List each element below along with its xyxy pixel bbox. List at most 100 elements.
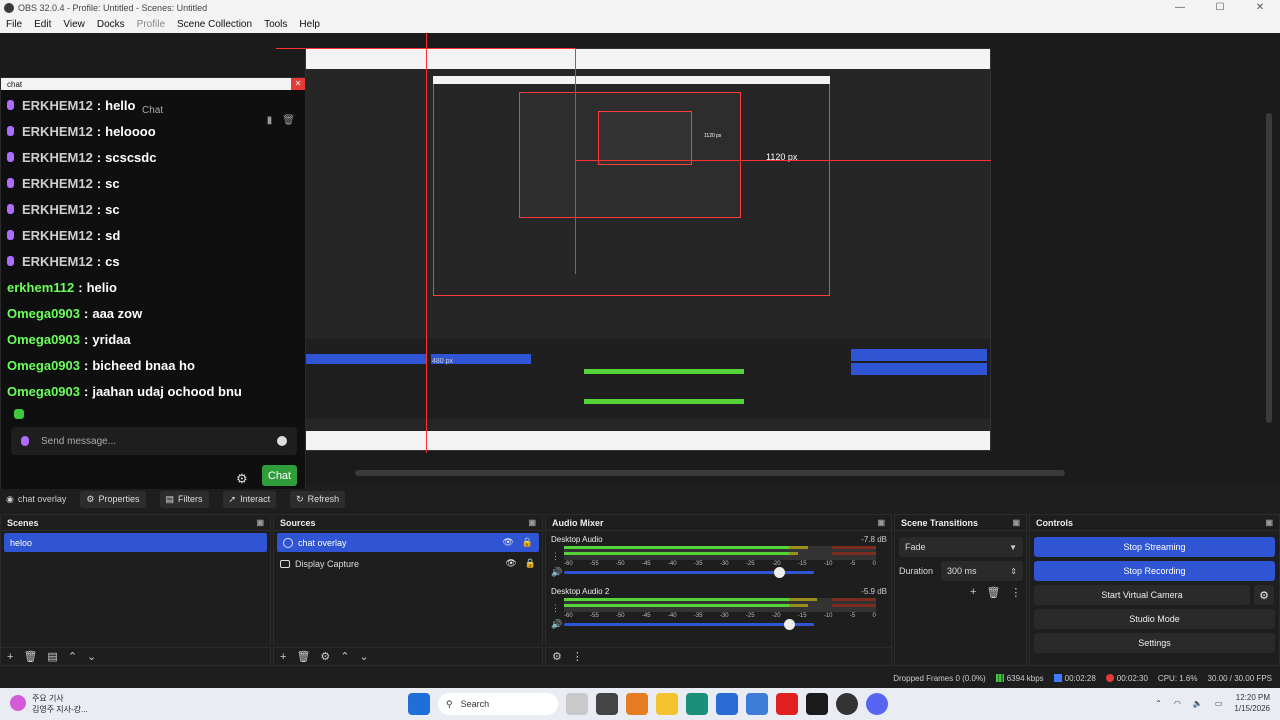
lock-icon[interactable]: 🔒 — [522, 537, 533, 548]
wifi-icon[interactable]: ◠ — [1174, 699, 1181, 708]
menu-file[interactable]: File — [0, 19, 28, 30]
app-icon-1[interactable] — [566, 693, 588, 715]
speaker-icon[interactable]: 🔊 — [551, 619, 562, 630]
dock-float-icon[interactable]: ▣ — [877, 518, 885, 527]
copilot-icon[interactable] — [626, 693, 648, 715]
stop-recording-button[interactable]: Stop Recording — [1034, 561, 1275, 581]
lock-icon[interactable]: 🔒 — [525, 558, 536, 569]
add-transition-icon[interactable]: + — [970, 586, 976, 599]
scene-item[interactable]: heloo — [4, 533, 267, 552]
add-source-icon[interactable]: + — [280, 651, 286, 663]
move-down-icon[interactable]: ⌄ — [360, 650, 369, 663]
store-icon[interactable] — [716, 693, 738, 715]
volume-slider-knob[interactable] — [784, 619, 795, 630]
meter-level-yellow — [789, 552, 798, 555]
remove-scene-icon[interactable]: 🗑 — [23, 650, 37, 663]
minimize-icon[interactable]: — — [1160, 2, 1200, 13]
stream-time: 00:02:28 — [1053, 673, 1096, 683]
menu-scene-collection[interactable]: Scene Collection — [171, 19, 258, 30]
source-item-chat-overlay[interactable]: chat overlay 👁 🔒 — [277, 533, 539, 552]
menu-profile[interactable]: Profile — [131, 19, 171, 30]
refresh-label: Refresh — [307, 494, 340, 504]
taskbar-search[interactable]: ⚲ Search — [438, 693, 558, 715]
move-up-icon[interactable]: ⌃ — [340, 650, 349, 663]
studio-mode-button[interactable]: Studio Mode — [1034, 609, 1275, 629]
news-widget[interactable]: 주요 기사 김영주 지사-강... — [10, 693, 130, 715]
spinner-arrows-icon[interactable]: ⇕ — [1010, 567, 1017, 576]
add-scene-icon[interactable]: + — [7, 651, 13, 663]
chat-separator: : — [84, 383, 89, 399]
start-virtual-camera-button[interactable]: Start Virtual Camera — [1034, 585, 1250, 605]
menu-view[interactable]: View — [57, 19, 91, 30]
audio-menu-icon[interactable]: ⋮ — [572, 650, 583, 663]
virtual-camera-settings-icon[interactable]: ⚙ — [1254, 585, 1274, 605]
transition-select[interactable]: Fade ▼ — [899, 537, 1023, 557]
chat-message: Omega0903: aaa zow — [7, 300, 302, 326]
volume-slider-track[interactable] — [564, 623, 814, 626]
app-icon-2[interactable] — [746, 693, 768, 715]
meter-level-red — [832, 598, 876, 601]
volume-slider-knob[interactable] — [774, 567, 785, 578]
task-view-icon[interactable] — [596, 693, 618, 715]
close-icon[interactable]: ✕ — [1240, 2, 1280, 13]
speaker-icon[interactable]: 🔊 — [551, 567, 562, 578]
volume-icon[interactable]: 🔈 — [1193, 699, 1203, 708]
refresh-button[interactable]: ↻ Refresh — [290, 490, 346, 508]
dock-float-icon[interactable]: ▣ — [256, 518, 264, 527]
maximize-icon[interactable]: ☐ — [1200, 2, 1240, 13]
chat-settings-icon[interactable]: ⚙ — [236, 471, 248, 487]
clock[interactable]: 12:20 PM 1/15/2026 — [1234, 692, 1270, 714]
emoji-icon[interactable] — [277, 436, 287, 446]
preview-small-label: 1120 px — [704, 133, 722, 139]
filters-button[interactable]: ▤ Filters — [159, 490, 209, 508]
transition-menu-icon[interactable]: ⋮ — [1010, 586, 1021, 599]
start-icon[interactable] — [408, 693, 430, 715]
interact-button[interactable]: ➚ Interact — [222, 490, 277, 508]
chat-window[interactable]: chat ✕ Chat ▮ 🗑 ERKHEM12: hello ERKHEM12: h… — [0, 77, 306, 491]
menu-tools[interactable]: Tools — [258, 19, 293, 30]
chat-window-titlebar[interactable]: chat ✕ — [1, 78, 305, 90]
signal-bars-icon — [995, 673, 1004, 682]
visibility-eye-icon[interactable]: 👁 — [502, 537, 513, 548]
chat-send-button[interactable]: Chat — [262, 465, 297, 486]
source-properties-icon[interactable]: ⚙ — [320, 650, 330, 663]
file-explorer-icon[interactable] — [656, 693, 678, 715]
chat-text: sc — [105, 201, 120, 217]
menu-edit[interactable]: Edit — [28, 19, 57, 30]
channel-menu-icon[interactable]: ⋮ — [551, 551, 560, 562]
duration-spinbox[interactable]: 300 ms ⇕ — [941, 561, 1023, 581]
chat-message-input[interactable]: Send message... — [11, 427, 297, 455]
preview-vertical-scrollbar[interactable] — [1266, 113, 1272, 423]
settings-button[interactable]: Settings — [1034, 633, 1275, 653]
properties-button[interactable]: ⚙ Properties — [80, 490, 146, 508]
tray-chevron-icon[interactable]: ⌃ — [1155, 699, 1162, 708]
dock-float-icon[interactable]: ▣ — [528, 518, 536, 527]
move-down-icon[interactable]: ⌄ — [87, 650, 96, 663]
obs-taskbar-icon[interactable] — [836, 693, 858, 715]
discord-icon[interactable] — [866, 693, 888, 715]
remove-transition-icon[interactable]: 🗑 — [986, 586, 1000, 599]
chat-close-icon[interactable]: ✕ — [291, 78, 305, 90]
channel-menu-icon[interactable]: ⋮ — [551, 603, 560, 614]
menu-docks[interactable]: Docks — [91, 19, 131, 30]
dock-float-icon[interactable]: ▣ — [1265, 518, 1273, 527]
stop-streaming-button[interactable]: Stop Streaming — [1034, 537, 1275, 557]
menu-help[interactable]: Help — [293, 19, 326, 30]
battery-icon[interactable]: ▭ — [1215, 699, 1223, 708]
preview-horizontal-scrollbar[interactable] — [355, 470, 1065, 476]
app-icon-3[interactable] — [806, 693, 828, 715]
scene-filters-icon[interactable]: ▤ — [47, 650, 57, 663]
edge-icon[interactable] — [686, 693, 708, 715]
visibility-eye-icon[interactable]: 👁 — [505, 558, 516, 569]
preview-canvas[interactable]: 1120 px 1120 px 480 px — [305, 48, 991, 451]
audio-settings-icon[interactable]: ⚙ — [552, 650, 562, 663]
youtube-icon[interactable] — [776, 693, 798, 715]
dock-float-icon[interactable]: ▣ — [1012, 518, 1020, 527]
news-line-2: 김영주 지사-강... — [32, 705, 88, 714]
refresh-icon: ↻ — [296, 493, 304, 504]
volume-meter — [564, 598, 876, 612]
source-item-display-capture[interactable]: Display Capture 👁 🔒 — [274, 554, 542, 573]
remove-source-icon[interactable]: 🗑 — [296, 650, 310, 663]
guide-line-top — [276, 48, 576, 49]
move-up-icon[interactable]: ⌃ — [68, 650, 77, 663]
